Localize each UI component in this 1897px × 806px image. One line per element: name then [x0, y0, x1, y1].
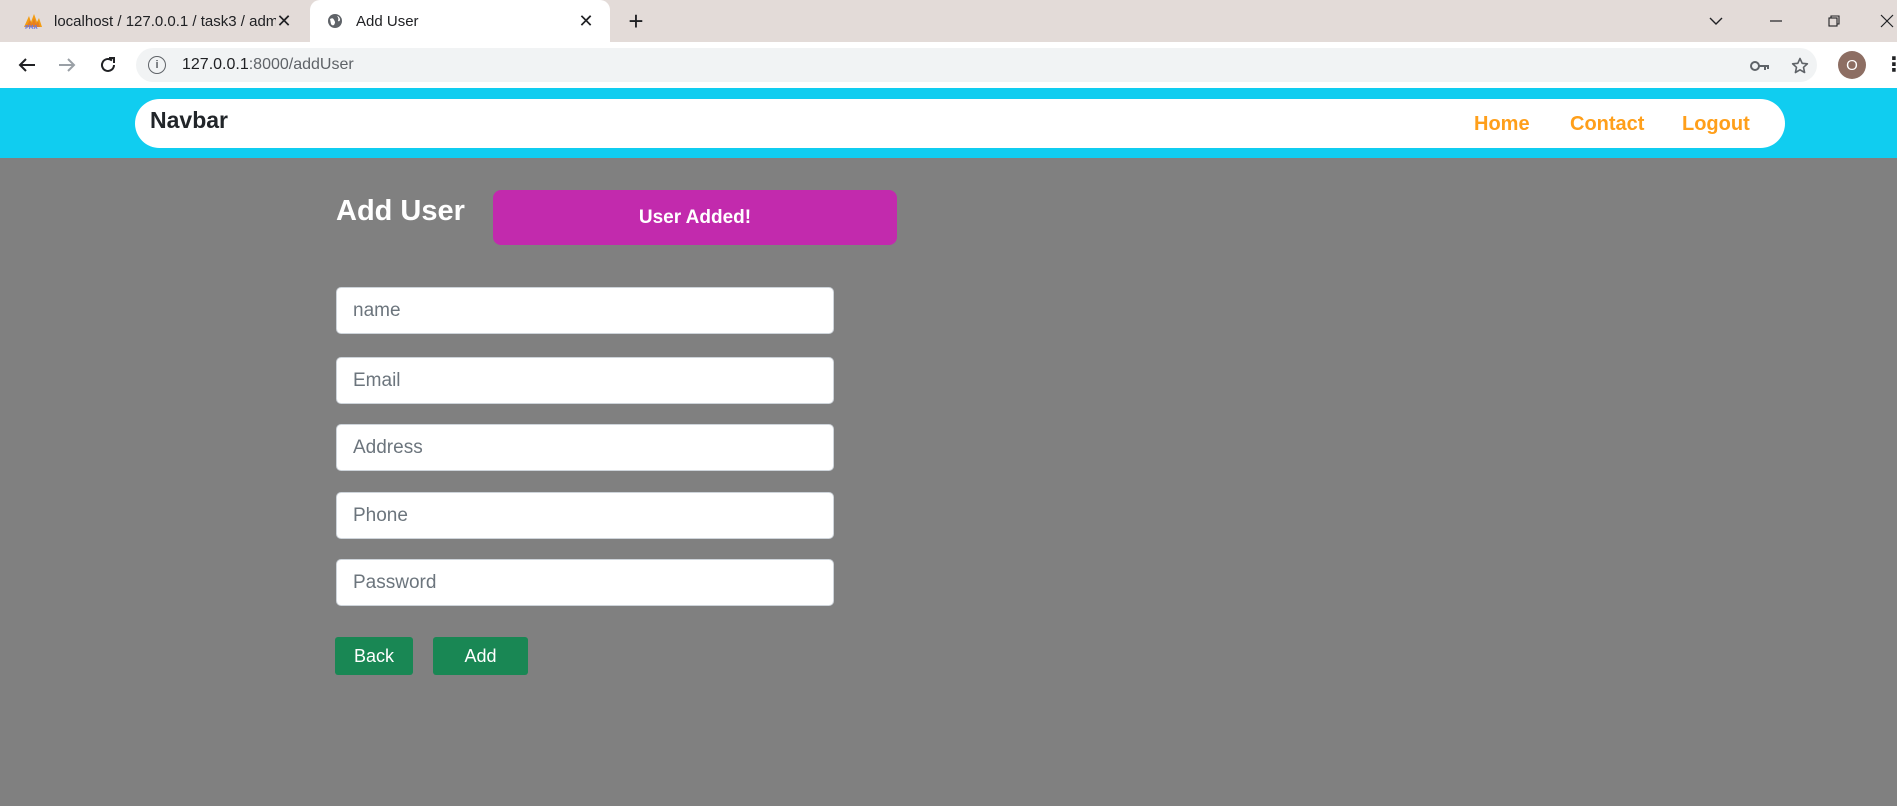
tab-title: localhost / 127.0.0.1 / task3 / admin — [54, 12, 276, 30]
restore-icon[interactable] — [1819, 6, 1849, 36]
svg-text:PMA: PMA — [25, 25, 38, 29]
address-input[interactable] — [336, 424, 834, 471]
url-host: 127.0.0.1 — [182, 56, 249, 73]
more-menu-icon[interactable]: ⋮ — [1884, 52, 1897, 77]
page-body: Navbar Home Contact Logout Add User User… — [0, 88, 1897, 806]
nav-link-logout[interactable]: Logout — [1682, 113, 1750, 136]
key-icon[interactable] — [1748, 54, 1772, 78]
browser-tabstrip: PMA localhost / 127.0.0.1 / task3 / admi… — [0, 0, 1897, 42]
nav-link-contact[interactable]: Contact — [1570, 113, 1644, 136]
browser-toolbar: i 127.0.0.1:8000/addUser O ⋮ — [0, 42, 1897, 88]
add-button[interactable]: Add — [433, 637, 528, 675]
address-bar[interactable]: i 127.0.0.1:8000/addUser — [136, 48, 1817, 82]
phpmyadmin-icon: PMA — [22, 12, 44, 30]
chevron-down-icon[interactable] — [1701, 6, 1731, 36]
star-icon[interactable] — [1788, 54, 1812, 78]
new-tab-icon[interactable]: + — [624, 6, 648, 36]
page-title: Add User — [336, 195, 465, 227]
back-button[interactable]: Back — [335, 637, 413, 675]
phone-input[interactable] — [336, 492, 834, 539]
url-path: :8000/addUser — [248, 56, 354, 73]
forward-arrow-icon[interactable] — [52, 50, 82, 80]
navbar: Navbar Home Contact Logout — [135, 99, 1785, 148]
navbar-brand[interactable]: Navbar — [150, 107, 228, 134]
name-input[interactable] — [336, 287, 834, 334]
minimize-icon[interactable] — [1761, 6, 1791, 36]
close-icon[interactable]: ✕ — [274, 11, 294, 31]
globe-icon — [324, 12, 346, 30]
tab-add-user[interactable]: Add User ✕ — [310, 0, 610, 42]
profile-avatar[interactable]: O — [1838, 51, 1866, 79]
back-arrow-icon[interactable] — [12, 50, 42, 80]
email-input[interactable] — [336, 357, 834, 404]
close-icon[interactable]: ✕ — [576, 11, 596, 31]
success-alert: User Added! — [493, 190, 897, 245]
password-input[interactable] — [336, 559, 834, 606]
info-icon[interactable]: i — [148, 56, 166, 74]
window-close-icon[interactable] — [1872, 6, 1897, 36]
tab-title: Add User — [356, 12, 419, 30]
reload-icon[interactable] — [93, 50, 123, 80]
nav-link-home[interactable]: Home — [1474, 113, 1530, 136]
tab-phpmyadmin[interactable]: PMA localhost / 127.0.0.1 / task3 / admi… — [0, 0, 308, 42]
navbar-strip: Navbar Home Contact Logout — [0, 88, 1897, 158]
